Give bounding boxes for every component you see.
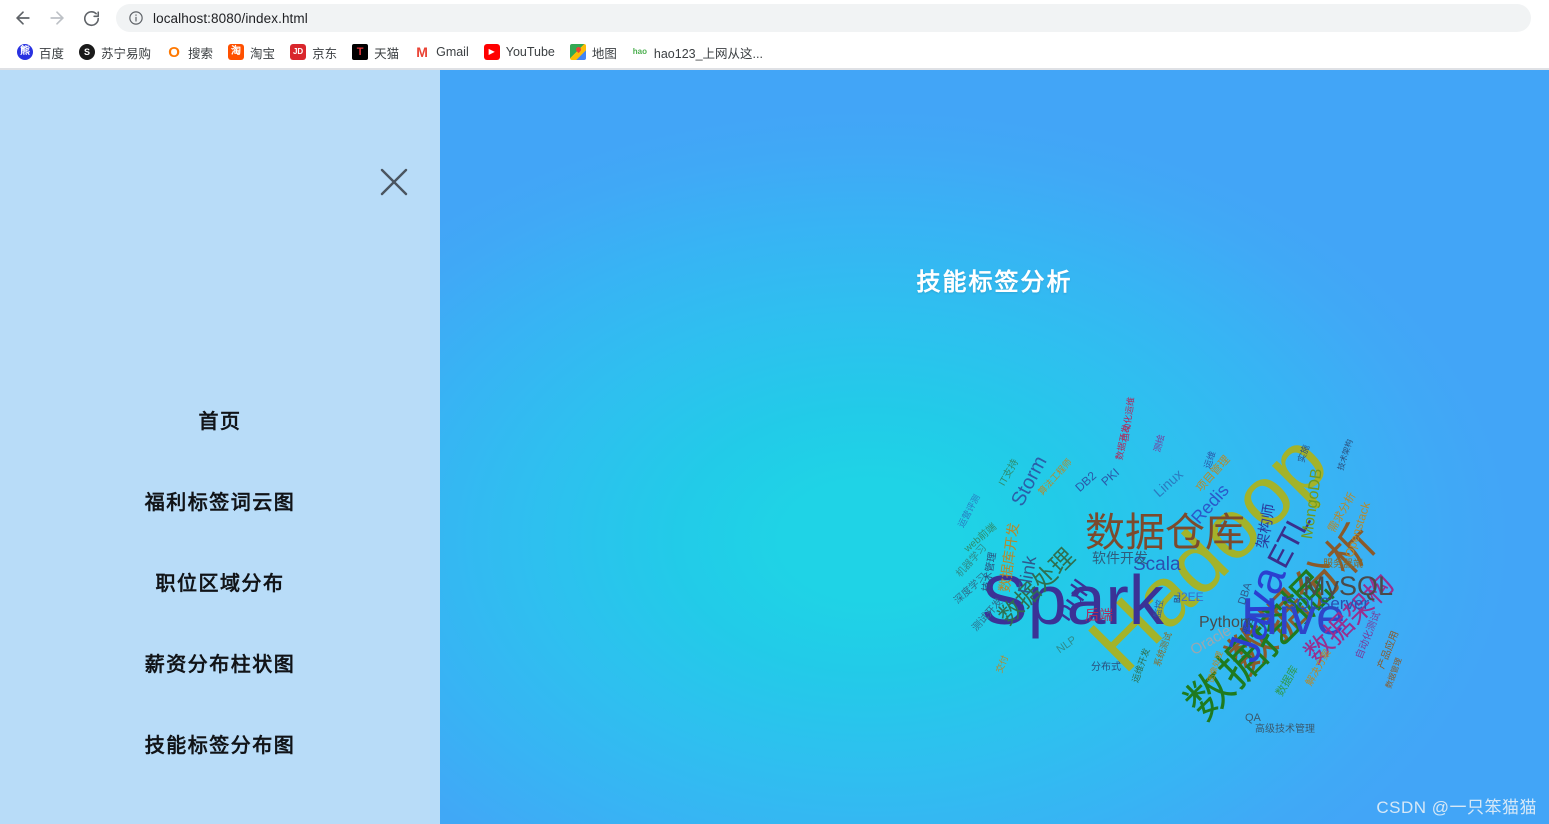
word-cloud-term[interactable]: DB2 [1072,469,1099,495]
bookmark-item[interactable]: T 天猫 [345,40,406,64]
suning-favicon: S [79,44,96,60]
address-bar[interactable]: localhost:8080/index.html [116,4,1531,32]
bookmark-item[interactable]: 地图 [563,40,624,64]
address-bar-url: localhost:8080/index.html [153,10,308,26]
word-cloud-term[interactable]: 数据仓库 [1085,513,1245,553]
sidebar-item-3[interactable]: 薪资分布柱状图 [0,638,440,687]
page-viewport: 首页福利标签词云图 职位区域分布 薪资分布柱状图 技能标签分布图 技能标签分析 Had… [0,70,1549,824]
sidebar-item-2[interactable]: 职位区域分布 [0,557,440,606]
bookmark-item[interactable]: S 苏宁易购 [72,40,158,64]
forward-arrow-icon[interactable] [42,3,72,33]
bookmark-item[interactable]: JD 京东 [283,40,344,64]
sogou-favicon: O [166,44,183,60]
word-cloud-term[interactable]: 运营评测 [956,493,982,529]
bookmark-label: 地图 [591,46,617,61]
sidebar-item-1[interactable]: 福利标签词云图 [0,476,440,525]
taobao-favicon: 淘 [228,44,245,60]
bookmark-item[interactable]: O 搜索 [159,40,220,64]
jd-favicon: JD [290,44,307,60]
bookmark-label: hao123_上网从这... [653,46,763,61]
word-cloud-term[interactable]: PKI [1098,465,1122,488]
bookmark-item[interactable]: 淘淘宝 [221,40,282,64]
sidebar-menu: 首页福利标签词云图 职位区域分布 薪资分布柱状图 技能标签分布图 [0,395,440,768]
navigation-sidebar: 首页福利标签词云图 职位区域分布 薪资分布柱状图 技能标签分布图 [0,70,440,824]
word-cloud-term[interactable]: 分布式 [1091,663,1121,673]
youtube-favicon: ▶ [483,44,500,60]
bookmark-label: 京东 [312,46,338,61]
word-cloud-term[interactable]: 数据库 [1274,664,1301,699]
bookmark-item[interactable]: ▶ YouTube [477,40,562,64]
hao123-favicon: hao [631,44,648,60]
bookmarks-bar: 熊百度 S 苏宁易购 O 搜索淘淘宝 JD 京东 T 天猫 M Gmail ▶ YouTube 地图 hao… [0,36,1549,68]
main-content-panel: 技能标签分析 Hadoop Spark 数据分析 数据挖掘 Hive 数据仓库 Java 数据… [440,70,1549,824]
bookmark-label: 淘宝 [250,46,276,61]
sidebar-item-4[interactable]: 技能标签分布图 [0,719,440,768]
word-cloud-term[interactable]: 高级技术管理 [1255,725,1315,735]
word-cloud-term[interactable]: 自动化运维 [1120,396,1136,442]
word-cloud-term[interactable]: BI [1172,594,1182,603]
sidebar-item-0[interactable]: 首页 [0,395,440,444]
word-cloud-term[interactable]: 技术架构 [1336,438,1354,471]
bookmark-item[interactable]: hao hao123_上网从这... [625,40,770,64]
site-info-icon[interactable] [128,10,144,26]
bookmark-item[interactable]: M Gmail [407,40,476,64]
bookmark-item[interactable]: 熊百度 [10,40,71,64]
watermark-text: CSDN @一只笨猫猫 [1376,798,1537,817]
skill-tag-word-cloud: Hadoop Spark 数据分析 数据挖掘 Hive 数据仓库 Java 数据架构 ETL My… [945,395,1545,795]
back-arrow-icon[interactable] [8,3,38,33]
word-cloud-term[interactable]: 后端 [1085,608,1113,622]
word-cloud-term[interactable]: Linux [1150,466,1186,500]
maps-favicon [569,44,586,60]
bookmark-label: 苏宁易购 [101,46,152,61]
tmall-favicon: T [352,44,369,60]
baidu-favicon: 熊 [17,44,33,60]
word-cloud-term[interactable]: 交付 [994,654,1010,674]
page-title: 技能标签分析 [916,269,1073,296]
bookmark-label: 百度 [39,46,65,61]
word-cloud-term[interactable]: 测绘 [1152,433,1166,453]
bookmark-label: 搜索 [188,46,214,61]
gmail-favicon: M [414,44,431,60]
word-cloud-term[interactable]: SQLServer [1285,595,1369,612]
bookmark-label: Gmail [436,45,469,59]
close-x-icon[interactable] [374,162,414,202]
reload-icon[interactable] [76,3,106,33]
bookmark-label: YouTube [505,45,555,59]
browser-navigation-bar: localhost:8080/index.html [0,0,1549,36]
word-cloud-term[interactable]: QA [1245,713,1261,724]
word-cloud-term[interactable]: 软件开发 [1092,551,1148,565]
word-cloud-term[interactable]: 服务器端 [1323,560,1363,570]
bookmark-label: 天猫 [374,46,400,61]
browser-chrome: localhost:8080/index.html 熊百度 S 苏宁易购 O 搜索淘淘宝… [0,0,1549,70]
